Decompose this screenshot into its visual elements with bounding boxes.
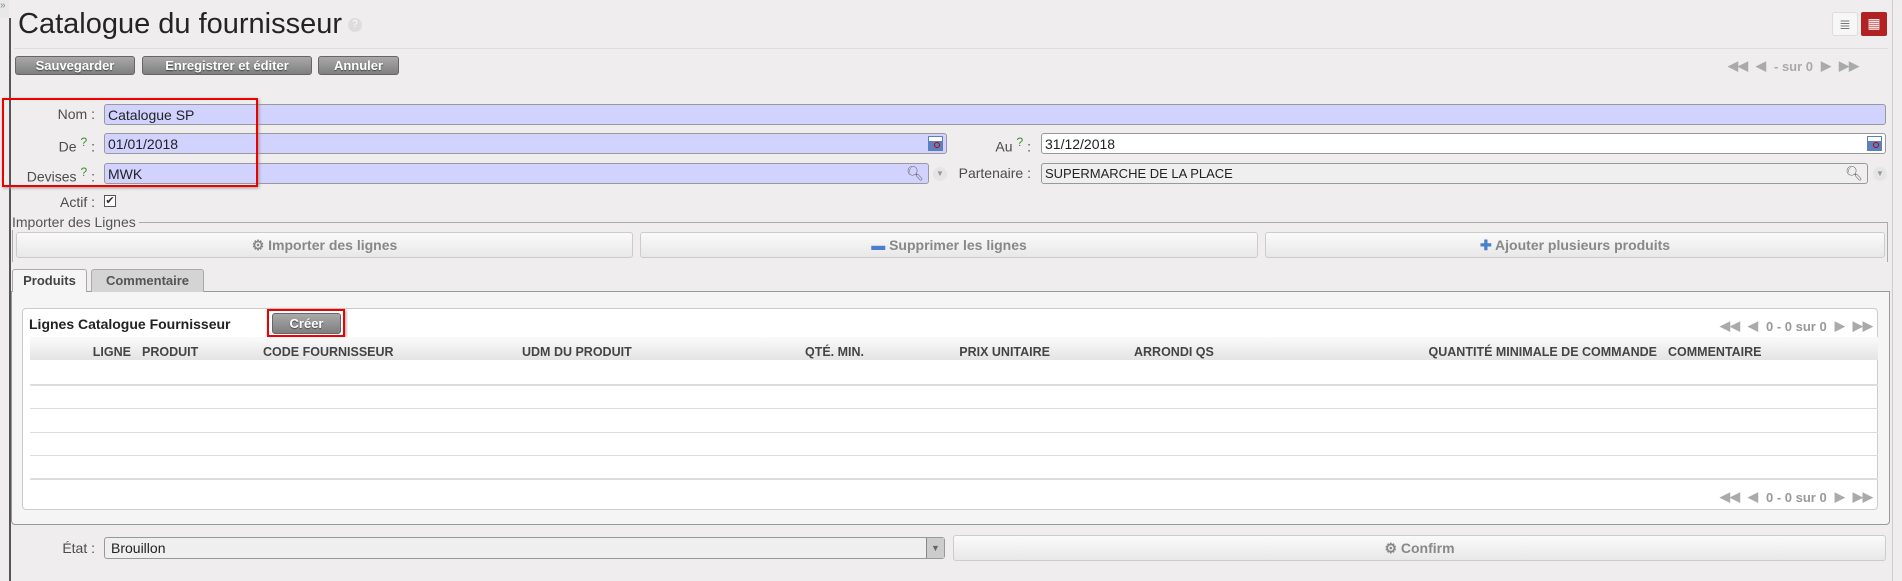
page-title: Catalogue du fournisseur? bbox=[18, 8, 363, 41]
pager-text: 0 - 0 sur 0 bbox=[1766, 318, 1827, 334]
record-pager: ◀◀ ◀ - sur 0 ▶ ▶▶ bbox=[1728, 58, 1859, 74]
plus-icon: ✚ bbox=[1479, 237, 1496, 253]
lines-title: Lignes Catalogue Fournisseur bbox=[29, 316, 231, 332]
tab-commentaire[interactable]: Commentaire bbox=[91, 269, 204, 292]
row-divider bbox=[30, 432, 1878, 433]
first-page-icon[interactable]: ◀◀ bbox=[1720, 318, 1740, 334]
au-label: Au? : bbox=[995, 135, 1031, 155]
gears-icon: ⚙ bbox=[251, 237, 269, 253]
row-divider bbox=[30, 408, 1878, 409]
import-legend: Importer des Lignes bbox=[12, 214, 139, 230]
prev-page-icon[interactable]: ◀ bbox=[1748, 318, 1758, 334]
prev-page-icon[interactable]: ◀ bbox=[1756, 58, 1766, 74]
confirm-button[interactable]: ⚙ Confirm bbox=[953, 535, 1886, 561]
add-products-button[interactable]: ✚ Ajouter plusieurs produits bbox=[1265, 232, 1885, 258]
actif-label: Actif : bbox=[59, 194, 95, 210]
calendar-icon[interactable] bbox=[928, 136, 943, 151]
save-edit-button[interactable]: Enregistrer et éditer bbox=[142, 56, 312, 75]
etat-label: État : bbox=[62, 540, 95, 556]
highlight-box bbox=[2, 98, 258, 187]
list-view-button[interactable]: ≣ bbox=[1832, 12, 1858, 36]
sidebar-toggle[interactable]: » bbox=[0, 0, 9, 18]
form-view-button[interactable]: ▦ bbox=[1861, 12, 1887, 36]
prev-page-icon[interactable]: ◀ bbox=[1748, 489, 1758, 505]
import-lines-button[interactable]: ⚙ Importer des lignes bbox=[16, 232, 633, 258]
col-code-fournisseur[interactable]: CODE FOURNISSEUR bbox=[263, 345, 394, 359]
gears-icon: ⚙ bbox=[1384, 540, 1401, 556]
col-produit[interactable]: PRODUIT bbox=[142, 345, 198, 359]
next-page-icon[interactable]: ▶ bbox=[1835, 489, 1845, 505]
row-divider bbox=[30, 384, 1878, 386]
col-qte-min-commande[interactable]: QUANTITÉ MINIMALE DE COMMANDE bbox=[1357, 345, 1657, 359]
col-udm[interactable]: UDM DU PRODUIT bbox=[522, 345, 632, 359]
calendar-icon[interactable] bbox=[1867, 136, 1882, 151]
partenaire-dropdown-icon[interactable]: ▼ bbox=[1873, 167, 1887, 181]
header-separator bbox=[14, 48, 1888, 49]
first-page-icon[interactable]: ◀◀ bbox=[1720, 489, 1740, 505]
right-border bbox=[1892, 0, 1893, 581]
partenaire-label: Partenaire : bbox=[958, 165, 1031, 181]
col-prix-unitaire[interactable]: PRIX UNITAIRE bbox=[930, 345, 1050, 359]
tab-produits[interactable]: Produits bbox=[12, 269, 87, 292]
col-ligne[interactable]: LIGNE bbox=[91, 345, 131, 359]
last-page-icon[interactable]: ▶▶ bbox=[1853, 318, 1873, 334]
first-page-icon[interactable]: ◀◀ bbox=[1728, 58, 1748, 74]
search-icon[interactable]: 🔍︎ bbox=[906, 165, 924, 182]
next-page-icon[interactable]: ▶ bbox=[1835, 318, 1845, 334]
highlight-box bbox=[267, 309, 345, 337]
col-qte-min[interactable]: QTÉ. MIN. bbox=[764, 345, 864, 359]
cancel-button[interactable]: Annuler bbox=[318, 56, 399, 75]
nom-input[interactable]: Catalogue SP bbox=[104, 104, 1886, 125]
partenaire-input[interactable]: SUPERMARCHE DE LA PLACE 🔍︎ bbox=[1041, 163, 1868, 184]
page-title-text: Catalogue du fournisseur bbox=[18, 8, 343, 40]
help-icon[interactable]: ? bbox=[348, 18, 363, 33]
search-icon[interactable]: 🔍︎ bbox=[1845, 165, 1863, 182]
pager-text: - sur 0 bbox=[1774, 58, 1814, 74]
minus-icon: ▬ bbox=[871, 237, 890, 253]
next-page-icon[interactable]: ▶ bbox=[1821, 58, 1831, 74]
lines-pager-top: ◀◀ ◀ 0 - 0 sur 0 ▶ ▶▶ bbox=[1720, 318, 1873, 334]
col-commentaire[interactable]: COMMENTAIRE bbox=[1668, 345, 1762, 359]
row-divider bbox=[30, 455, 1878, 456]
save-button[interactable]: Sauvegarder bbox=[15, 56, 135, 75]
row-divider bbox=[30, 478, 1878, 480]
actif-checkbox[interactable]: ✔ bbox=[104, 195, 116, 207]
last-page-icon[interactable]: ▶▶ bbox=[1839, 58, 1859, 74]
delete-lines-button[interactable]: ▬ Supprimer les lignes bbox=[640, 232, 1258, 258]
col-arrondi-qs[interactable]: ARRONDI QS bbox=[1134, 345, 1214, 359]
pager-text: 0 - 0 sur 0 bbox=[1766, 489, 1827, 505]
lines-pager-bottom: ◀◀ ◀ 0 - 0 sur 0 ▶ ▶▶ bbox=[1720, 489, 1873, 505]
au-date-input[interactable]: 31/12/2018 bbox=[1041, 133, 1886, 154]
last-page-icon[interactable]: ▶▶ bbox=[1853, 489, 1873, 505]
chevron-down-icon[interactable]: ▼ bbox=[926, 538, 944, 558]
etat-select[interactable]: Brouillon ▼ bbox=[104, 537, 945, 559]
